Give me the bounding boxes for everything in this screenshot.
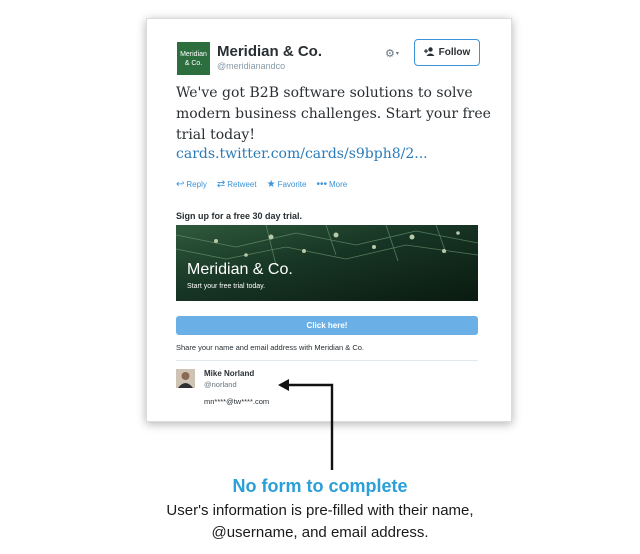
caption-body: User's information is pre-filled with th… (0, 500, 640, 544)
caption-body-line-1: User's information is pre-filled with th… (166, 502, 474, 519)
callout-arrow (278, 379, 334, 470)
caption-body-line-2: @username, and email address. (211, 524, 429, 541)
caption-title: No form to complete (232, 476, 408, 496)
